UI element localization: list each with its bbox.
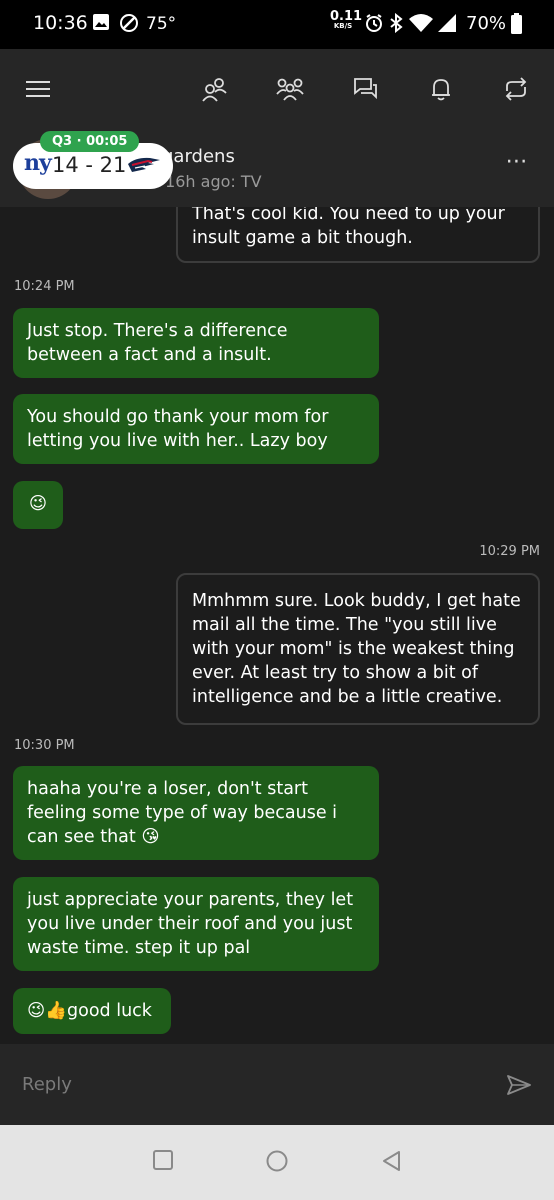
timestamp: 10:29 PM: [479, 544, 540, 559]
refresh-icon[interactable]: [499, 72, 533, 106]
status-temperature: 75°: [146, 14, 177, 34]
message-incoming: Just stop. There's a difference between …: [13, 308, 379, 378]
message-list[interactable]: That's cool kid. You need to up your ins…: [0, 207, 554, 1044]
timestamp: 10:30 PM: [14, 738, 75, 753]
send-icon[interactable]: [506, 1074, 532, 1096]
wifi-icon: [409, 14, 433, 32]
back-icon[interactable]: [380, 1149, 402, 1173]
notifications-icon[interactable]: [424, 72, 458, 106]
battery-percent: 70%: [466, 13, 507, 34]
weather-icon: [120, 14, 138, 32]
message-incoming: 😉👍good luck: [13, 988, 171, 1034]
friends-icon[interactable]: [197, 72, 231, 106]
message-outgoing: That's cool kid. You need to up your ins…: [176, 207, 540, 263]
patriots-logo-icon: [128, 157, 160, 172]
alarm-icon: [366, 14, 382, 32]
giants-logo: ny: [24, 150, 52, 176]
message-incoming: You should go thank your mom for letting…: [13, 394, 379, 464]
message-outgoing: Mmhmm sure. Look buddy, I get hate mail …: [176, 573, 540, 725]
home-icon[interactable]: [265, 1149, 289, 1173]
messages-icon[interactable]: [348, 72, 382, 106]
app-bar: [0, 49, 554, 127]
gallery-icon: [93, 14, 109, 30]
network-speed: 0.11 KB/S: [330, 9, 363, 30]
timestamp: 10:24 PM: [14, 279, 75, 294]
recent-apps-icon[interactable]: [152, 1149, 174, 1171]
reply-bar: [0, 1044, 554, 1125]
reply-input[interactable]: [22, 1074, 462, 1095]
message-incoming: 😉: [13, 481, 63, 529]
game-period-badge: Q3 · 00:05: [40, 131, 140, 152]
signal-icon: [438, 14, 456, 32]
status-bar: 10:36 75° 0.11 KB/S 70%: [0, 0, 554, 49]
menu-icon[interactable]: [21, 72, 55, 106]
status-time: 10:36: [33, 12, 88, 34]
more-options-button[interactable]: ⋯: [502, 149, 532, 179]
message-incoming: haaha you're a loser, don't start feelin…: [13, 766, 379, 860]
game-score: 14 - 21: [52, 153, 127, 177]
message-incoming: just appreciate your parents, they let y…: [13, 877, 379, 971]
bluetooth-icon: [390, 13, 403, 33]
party-icon[interactable]: [273, 72, 307, 106]
battery-icon: [511, 13, 522, 34]
system-navigation-bar: [0, 1125, 554, 1200]
